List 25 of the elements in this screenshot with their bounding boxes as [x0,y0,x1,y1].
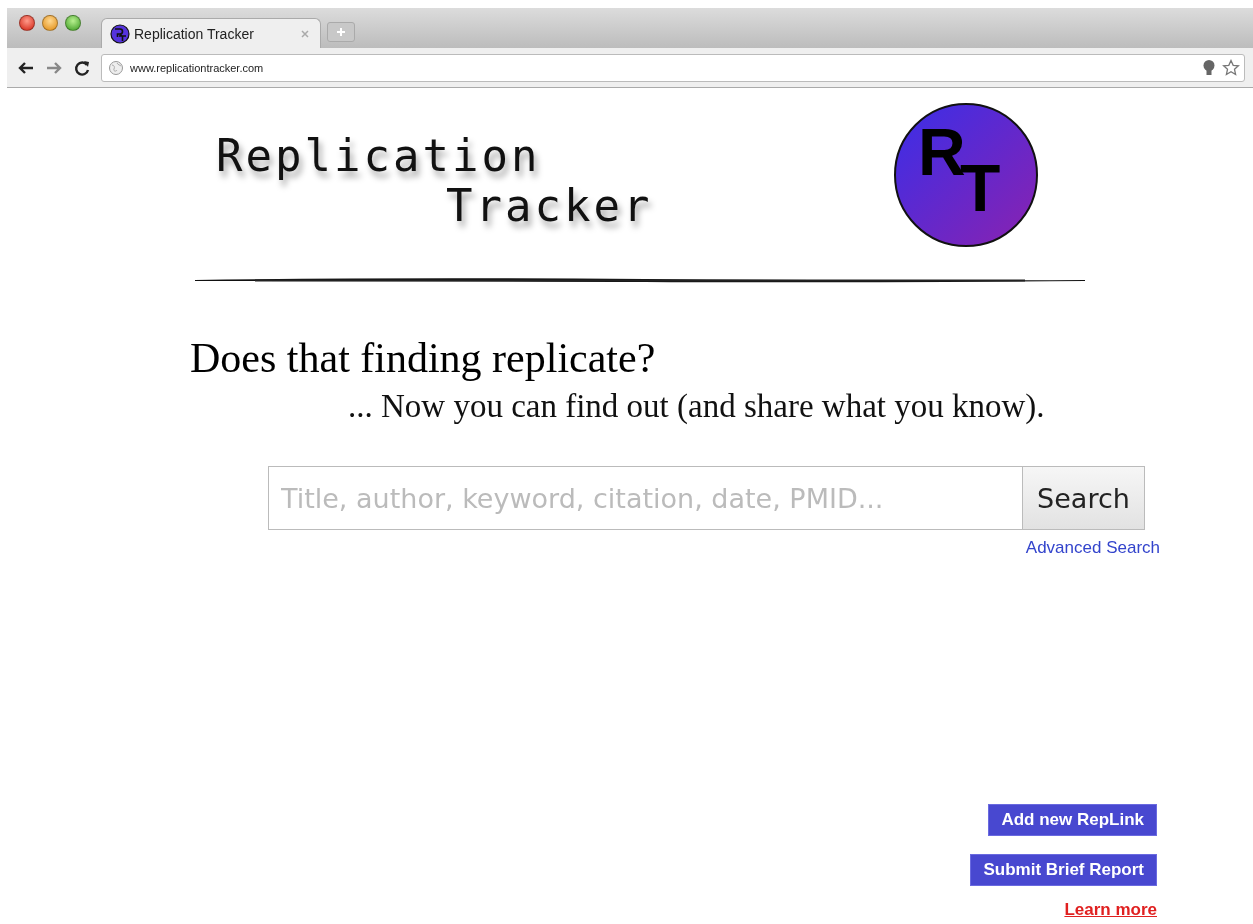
learn-more-link[interactable]: Learn more [1064,900,1157,920]
search-button[interactable]: Search [1022,466,1145,530]
star-icon[interactable] [1222,58,1240,77]
back-icon[interactable] [17,59,35,76]
advanced-search-link[interactable]: Advanced Search [1025,538,1160,558]
browser-tab[interactable]: Replication Tracker [101,18,321,48]
address-bar[interactable]: www.replicationtracker.com [101,53,1245,82]
forward-icon[interactable] [45,59,63,76]
reload-icon[interactable] [73,58,91,77]
lightbulb-icon[interactable] [1202,58,1216,77]
action-button[interactable]: Add new RepLink [988,804,1157,836]
search-field[interactable]: Title, author, keyword, citation, date, PMID... [268,466,1022,530]
minimize-window-button[interactable] [42,15,58,31]
logo-icon [110,23,130,44]
site-title: Replication [216,131,542,181]
globe-icon [108,59,124,76]
zoom-window-button[interactable] [65,15,81,31]
logo: RT [894,103,1038,247]
new-tab-button[interactable] [327,22,355,42]
plus-icon [336,27,346,37]
headline: Does that finding replicate? [190,334,657,382]
action-button[interactable]: Submit Brief Report [970,854,1157,886]
close-window-button[interactable] [19,15,35,31]
site-title: Tracker [445,181,653,231]
subheadline: ... Now you can find out (and share what you know). [347,387,1046,426]
